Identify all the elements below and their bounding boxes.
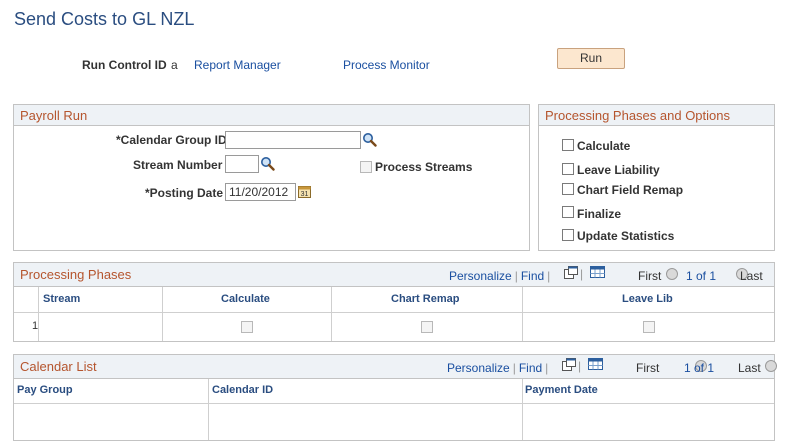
- chart-field-remap-checkbox[interactable]: [562, 183, 574, 195]
- chart-field-remap-option-label: Chart Field Remap: [577, 183, 684, 197]
- stream-number-input[interactable]: [225, 155, 259, 173]
- calendar-group-label: *Calendar Group ID: [116, 133, 227, 147]
- calendar-group-input[interactable]: [225, 131, 361, 149]
- run-button[interactable]: Run: [557, 48, 625, 69]
- row-number: 1: [32, 320, 39, 332]
- posting-date-label: *Posting Date: [145, 186, 224, 200]
- column-chart-remap[interactable]: Chart Remap: [391, 293, 459, 305]
- download-grid-icon[interactable]: [590, 266, 605, 278]
- update-statistics-option-label: Update Statistics: [577, 229, 675, 243]
- process-monitor-link[interactable]: Process Monitor: [343, 58, 430, 72]
- column-leave-lib[interactable]: Leave Lib: [622, 293, 673, 305]
- calendar-icon[interactable]: 31: [298, 185, 311, 198]
- report-manager-link[interactable]: Report Manager: [194, 58, 281, 72]
- column-calendar-id[interactable]: Calendar ID: [212, 384, 273, 396]
- leave-liability-checkbox[interactable]: [562, 163, 574, 175]
- calendar-list-toolbar: Personalize | Find |: [447, 361, 549, 375]
- process-streams-checkbox[interactable]: [360, 161, 372, 173]
- personalize-link[interactable]: Personalize: [447, 361, 510, 375]
- calculate-option-label: Calculate: [577, 139, 631, 153]
- download-grid-icon[interactable]: [588, 358, 603, 370]
- row-leave-lib-checkbox[interactable]: [643, 321, 655, 333]
- last-label: Last: [738, 361, 761, 375]
- posting-date-input[interactable]: [225, 183, 296, 201]
- last-label: Last: [740, 269, 763, 283]
- payroll-run-header: Payroll Run: [14, 105, 529, 126]
- update-statistics-checkbox[interactable]: [562, 229, 574, 241]
- find-link[interactable]: Find: [521, 269, 544, 283]
- view-all-icon[interactable]: [562, 358, 576, 371]
- calendar-list-grid: Calendar List: [13, 354, 775, 441]
- search-icon[interactable]: [260, 156, 275, 171]
- leave-liability-option-label: Leave Liability: [577, 163, 660, 177]
- column-calculate[interactable]: Calculate: [221, 293, 270, 305]
- page-title: Send Costs to GL NZL: [14, 9, 195, 29]
- process-streams-label: Process Streams: [375, 160, 473, 174]
- next-arrow-icon[interactable]: [765, 359, 778, 372]
- calculate-checkbox[interactable]: [562, 139, 574, 151]
- options-header: Processing Phases and Options: [539, 105, 774, 126]
- first-label: First: [636, 361, 660, 375]
- finalize-option-label: Finalize: [577, 207, 622, 221]
- first-label: First: [638, 269, 662, 283]
- row-chart-remap-checkbox[interactable]: [421, 321, 433, 333]
- payroll-run-panel: Payroll Run: [13, 104, 530, 251]
- svg-text:31: 31: [301, 191, 309, 198]
- finalize-checkbox[interactable]: [562, 206, 574, 218]
- column-stream[interactable]: Stream: [43, 293, 80, 305]
- search-icon[interactable]: [362, 132, 377, 147]
- personalize-link[interactable]: Personalize: [449, 269, 512, 283]
- column-pay-group[interactable]: Pay Group: [17, 384, 73, 396]
- processing-phases-toolbar: Personalize | Find |: [449, 269, 551, 283]
- view-all-icon[interactable]: [564, 266, 578, 279]
- column-payment-date[interactable]: Payment Date: [525, 384, 598, 396]
- run-control-value: a: [171, 58, 178, 72]
- find-link[interactable]: Find: [519, 361, 542, 375]
- run-control-label: Run Control ID: [82, 58, 167, 72]
- calendar-list-header: Calendar List: [14, 355, 774, 379]
- row-range: 1 of 1: [686, 269, 717, 283]
- row-calculate-checkbox[interactable]: [241, 321, 253, 333]
- stream-number-label: Stream Number: [133, 158, 223, 172]
- prev-arrow-icon[interactable]: [666, 267, 678, 280]
- row-range: 1 of 1: [684, 361, 715, 375]
